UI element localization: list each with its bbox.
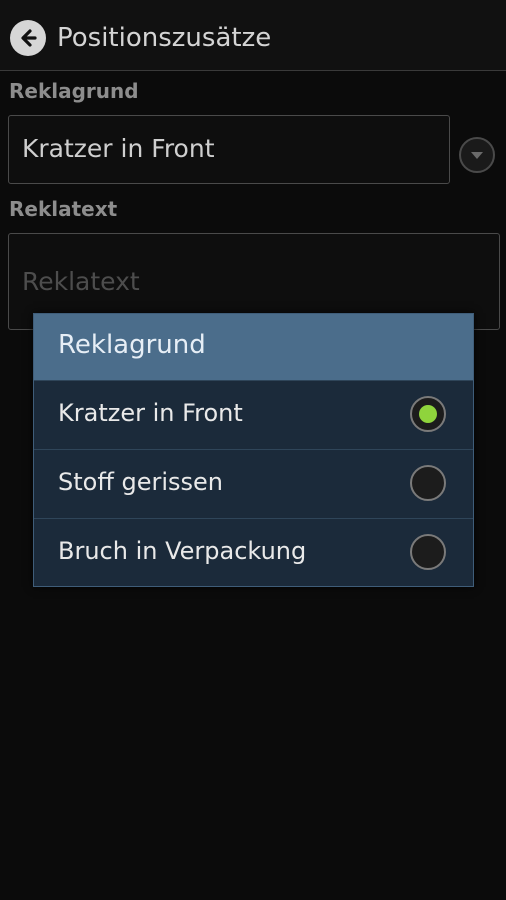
option-label: Kratzer in Front — [58, 399, 243, 427]
option-label: Bruch in Verpackung — [58, 537, 307, 565]
reason-dialog: Reklagrund Kratzer in Front Stoff geriss… — [33, 313, 474, 587]
radio-selected-icon[interactable] — [410, 396, 446, 432]
option-label: Stoff gerissen — [58, 468, 224, 496]
radio-unselected-icon[interactable] — [410, 465, 446, 501]
dialog-option-kratzer[interactable]: Kratzer in Front — [34, 380, 473, 449]
dialog-option-bruch[interactable]: Bruch in Verpackung — [34, 518, 473, 587]
radio-unselected-icon[interactable] — [410, 534, 446, 570]
dialog-header: Reklagrund — [34, 314, 473, 380]
dialog-option-stoff[interactable]: Stoff gerissen — [34, 449, 473, 518]
dialog-title: Reklagrund — [58, 330, 206, 360]
